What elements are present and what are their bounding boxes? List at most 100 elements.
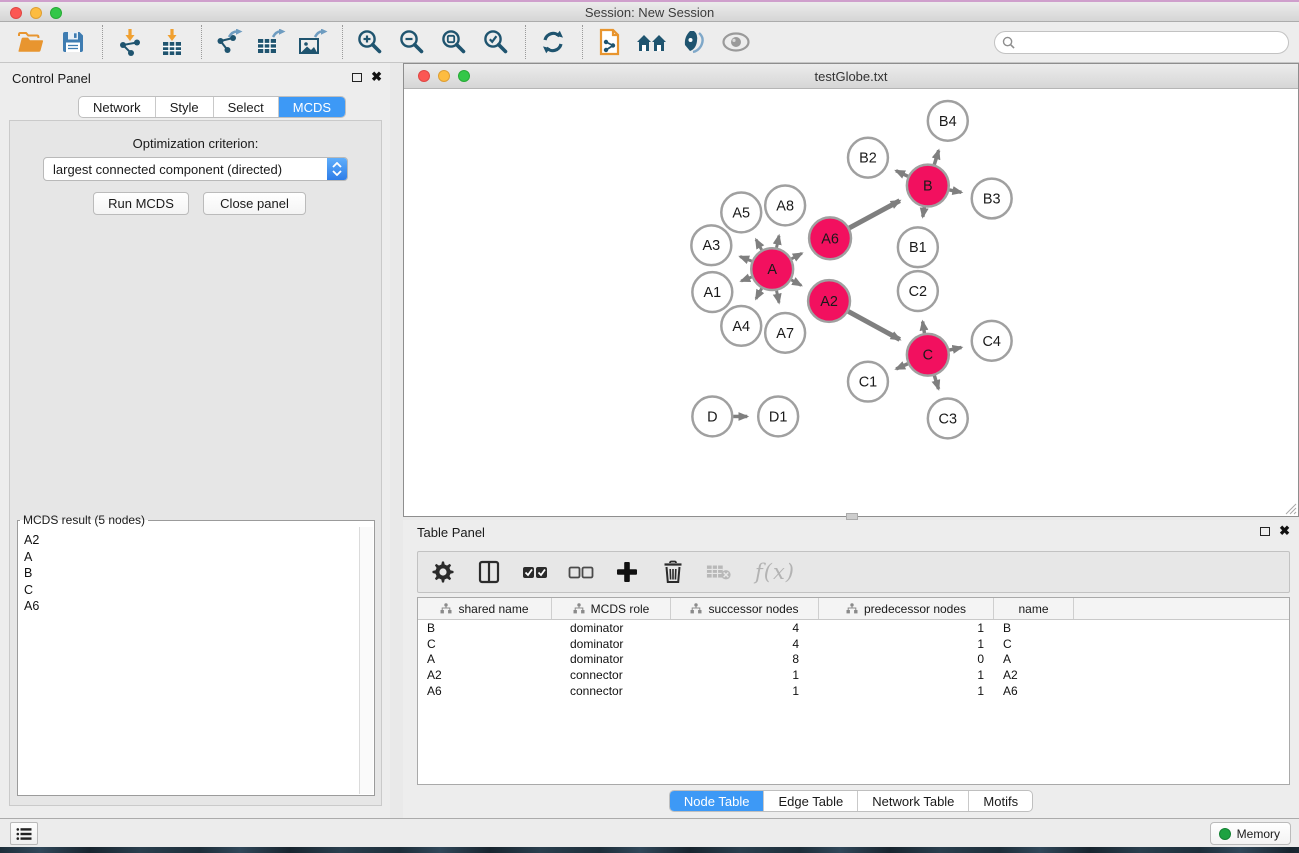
open-session-button[interactable] bbox=[14, 25, 48, 59]
edge-B-B4[interactable] bbox=[934, 150, 938, 164]
unselect-all-rows-button[interactable] bbox=[568, 559, 594, 585]
float-panel-icon[interactable] bbox=[352, 73, 362, 82]
select-all-rows-button[interactable] bbox=[522, 559, 548, 585]
memory-button[interactable]: Memory bbox=[1210, 822, 1291, 845]
network-snapshot-button[interactable] bbox=[593, 25, 627, 59]
table-row[interactable]: A6 connector 1 1 A6 bbox=[418, 683, 1289, 699]
run-mcds-button[interactable]: Run MCDS bbox=[93, 192, 189, 215]
function-builder-button[interactable]: f(x) bbox=[752, 559, 798, 585]
tab-network-table[interactable]: Network Table bbox=[858, 791, 969, 811]
search-input[interactable] bbox=[1020, 36, 1270, 50]
column-settings-gear-button[interactable] bbox=[430, 559, 456, 585]
refresh-button[interactable] bbox=[536, 25, 570, 59]
graph-node-A1[interactable]: A1 bbox=[692, 272, 732, 312]
save-session-button[interactable] bbox=[56, 25, 90, 59]
edge-A-A1[interactable] bbox=[741, 277, 751, 281]
graph-node-A2[interactable]: A2 bbox=[808, 280, 850, 322]
graph-node-A[interactable]: A bbox=[751, 248, 793, 290]
table-row[interactable]: B dominator 4 1 B bbox=[418, 620, 1289, 636]
export-network-button[interactable] bbox=[212, 25, 246, 59]
show-columns-button[interactable] bbox=[476, 559, 502, 585]
close-panel-button[interactable]: Close panel bbox=[203, 192, 306, 215]
mcds-list-scrollbar[interactable] bbox=[359, 527, 373, 794]
mcds-result-item[interactable]: B bbox=[24, 565, 358, 582]
edge-A-A3[interactable] bbox=[740, 257, 752, 262]
edge-B-B1[interactable] bbox=[923, 207, 925, 217]
mcds-result-list[interactable]: A2 A B C A6 bbox=[19, 529, 358, 794]
criterion-dropdown[interactable]: largest connected component (directed) bbox=[43, 157, 348, 181]
close-table-panel-icon[interactable]: ✖ bbox=[1279, 526, 1290, 536]
mcds-result-item[interactable]: C bbox=[24, 582, 358, 599]
birds-eye-view-button[interactable] bbox=[719, 25, 753, 59]
graph-node-B1[interactable]: B1 bbox=[898, 227, 938, 267]
edge-A-A5[interactable] bbox=[756, 240, 762, 250]
mcds-result-item[interactable]: A2 bbox=[24, 532, 358, 549]
tab-select[interactable]: Select bbox=[214, 97, 279, 117]
graph-node-C2[interactable]: C2 bbox=[898, 271, 938, 311]
import-network-button[interactable] bbox=[113, 25, 147, 59]
tab-motifs[interactable]: Motifs bbox=[969, 791, 1032, 811]
edge-B-B2[interactable] bbox=[896, 171, 908, 177]
delete-column-button[interactable] bbox=[660, 559, 686, 585]
import-table-button[interactable] bbox=[155, 25, 189, 59]
table-row[interactable]: C dominator 4 1 C bbox=[418, 636, 1289, 652]
close-panel-icon[interactable]: ✖ bbox=[371, 72, 382, 82]
home-button[interactable] bbox=[635, 25, 669, 59]
graph-node-A3[interactable]: A3 bbox=[691, 225, 731, 265]
mcds-result-item[interactable]: A6 bbox=[24, 598, 358, 615]
graph-node-C[interactable]: C bbox=[907, 334, 949, 376]
destroy-table-button[interactable] bbox=[706, 559, 732, 585]
graph-node-B2[interactable]: B2 bbox=[848, 138, 888, 178]
graph-node-C3[interactable]: C3 bbox=[928, 399, 968, 439]
create-column-button[interactable] bbox=[614, 559, 640, 585]
edge-B-B3[interactable] bbox=[949, 190, 961, 192]
graph-node-C1[interactable]: C1 bbox=[848, 362, 888, 402]
tab-mcds[interactable]: MCDS bbox=[279, 97, 345, 117]
zoom-out-button[interactable] bbox=[395, 25, 429, 59]
column-header-predecessor-nodes[interactable]: predecessor nodes bbox=[819, 598, 994, 619]
tab-edge-table[interactable]: Edge Table bbox=[764, 791, 858, 811]
graph-node-D1[interactable]: D1 bbox=[758, 397, 798, 437]
edge-C-C1[interactable] bbox=[896, 364, 908, 369]
edge-A-A6[interactable] bbox=[792, 253, 802, 259]
network-canvas[interactable]: B4B2BB3A5A8A6A3B1AA1C2A2A4A7CC4C1C3DD1 bbox=[405, 89, 1297, 515]
graph-node-A5[interactable]: A5 bbox=[721, 193, 761, 233]
edge-A2-C[interactable] bbox=[848, 311, 899, 339]
edge-A-A8[interactable] bbox=[777, 236, 779, 248]
show-hide-graphics-details-button[interactable] bbox=[677, 25, 711, 59]
search-field[interactable] bbox=[994, 31, 1289, 54]
zoom-selected-button[interactable] bbox=[479, 25, 513, 59]
graph-node-A4[interactable]: A4 bbox=[721, 306, 761, 346]
tab-network[interactable]: Network bbox=[79, 97, 156, 117]
task-history-button[interactable] bbox=[10, 822, 38, 845]
tab-style[interactable]: Style bbox=[156, 97, 214, 117]
edge-A6-B[interactable] bbox=[849, 201, 899, 228]
mcds-result-item[interactable]: A bbox=[24, 549, 358, 566]
table-row[interactable]: A dominator 8 0 A bbox=[418, 652, 1289, 668]
graph-node-D[interactable]: D bbox=[692, 397, 732, 437]
zoom-fit-button[interactable] bbox=[437, 25, 471, 59]
edge-C-C2[interactable] bbox=[923, 322, 925, 334]
canvas-bottom-handle[interactable] bbox=[846, 513, 858, 520]
column-header-successor-nodes[interactable]: successor nodes bbox=[671, 598, 819, 619]
edge-A-A7[interactable] bbox=[777, 291, 779, 303]
graph-node-B[interactable]: B bbox=[907, 165, 949, 207]
tab-node-table[interactable]: Node Table bbox=[670, 791, 765, 811]
graph-node-A7[interactable]: A7 bbox=[765, 313, 805, 353]
edge-A-A4[interactable] bbox=[756, 288, 762, 298]
column-header-mcds-role[interactable]: MCDS role bbox=[552, 598, 671, 619]
graph-node-C4[interactable]: C4 bbox=[972, 321, 1012, 361]
export-table-button[interactable] bbox=[254, 25, 288, 59]
edge-C-C3[interactable] bbox=[934, 376, 938, 389]
edge-A-A2[interactable] bbox=[791, 280, 801, 286]
column-header-shared-name[interactable]: shared name bbox=[418, 598, 552, 619]
column-header-name[interactable]: name bbox=[994, 598, 1074, 619]
graph-node-A6[interactable]: A6 bbox=[809, 217, 851, 259]
edge-C-C4[interactable] bbox=[949, 347, 961, 350]
graph-node-B3[interactable]: B3 bbox=[972, 179, 1012, 219]
table-row[interactable]: A2 connector 1 1 A2 bbox=[418, 667, 1289, 683]
export-image-button[interactable] bbox=[296, 25, 330, 59]
network-graph[interactable]: B4B2BB3A5A8A6A3B1AA1C2A2A4A7CC4C1C3DD1 bbox=[405, 89, 1297, 515]
resize-grip-icon[interactable] bbox=[1283, 501, 1297, 515]
zoom-in-button[interactable] bbox=[353, 25, 387, 59]
